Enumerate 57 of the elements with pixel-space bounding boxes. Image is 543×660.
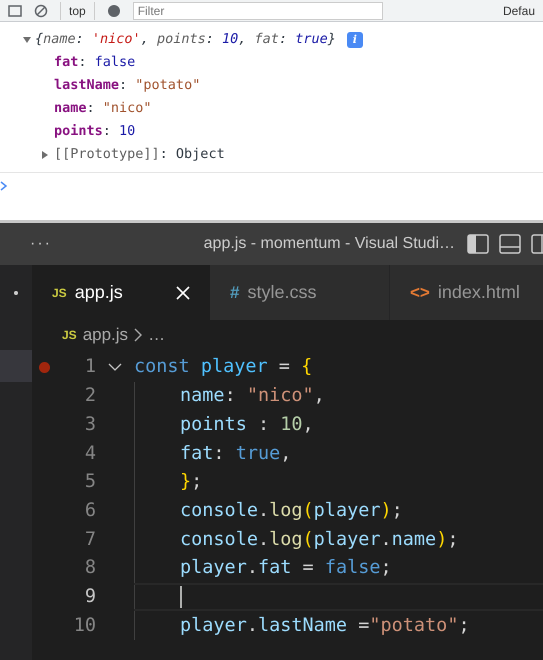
chevron-right-icon [134,328,142,342]
line-number: 8 [84,556,96,580]
tab-label: app.js [74,281,123,304]
line-number: 5 [84,470,96,494]
file-type-icon: # [230,280,240,306]
breadcrumb-file[interactable]: app.js [82,322,128,348]
file-type-icon: JS [52,284,67,302]
code-line: const player = { [134,355,312,380]
expand-arrow-icon[interactable] [40,150,50,160]
fold-chevron-icon[interactable] [108,363,122,372]
line-number: 2 [84,384,96,408]
code-line: player.lastName ="potato"; [180,614,470,638]
file-type-icon: JS [62,326,77,344]
eye-icon[interactable] [106,4,121,18]
code-line: console.log(player.name); [180,528,458,552]
object-summary[interactable]: {name: 'nico', points: 10, fat: true} [35,28,336,51]
collapse-arrow-icon[interactable] [22,34,32,44]
dot-icon [14,290,18,294]
text-cursor [180,586,182,608]
code-line: player.fat = false; [180,556,392,580]
file-type-icon: <> [410,280,430,306]
filter-field[interactable]: Filter [132,2,383,20]
code-line: points : 10, [180,412,314,437]
sidebar-selection [0,350,32,382]
panel-icon[interactable] [8,4,22,16]
line-number: 4 [84,442,96,466]
code-line: fat: true, [180,442,292,466]
object-prototype[interactable]: [[Prototype]]: Object [54,143,225,166]
code-line: }; [180,470,202,494]
line-number: 3 [84,412,96,437]
code-line: name: "nico", [180,384,325,408]
object-property: name: "nico" [53,99,153,118]
code-line: console.log(player); [180,498,403,523]
log-levels-dropdown[interactable]: Defau [502,2,535,20]
window-title: app.js - momentum - Visual Studi… [204,234,455,254]
context-selector[interactable]: top [60,2,95,20]
breadcrumb-symbol[interactable]: … [148,322,166,348]
menu-button[interactable]: ··· [30,232,52,256]
info-badge: i [346,32,363,48]
line-number: 10 [72,614,96,638]
sidebar-toggle-icon[interactable] [467,234,489,254]
close-icon[interactable] [176,286,190,300]
line-number: 1 [84,355,96,380]
editor-tab[interactable]: JS app.js [32,265,210,320]
tab-label: index.html [438,281,520,304]
line-number: 6 [84,498,96,523]
object-property: points: 10 [53,122,136,141]
line-number: 7 [84,528,96,552]
object-property: fat: false [53,53,136,72]
editor-tab[interactable]: # style.css [210,265,390,320]
object-property: lastName: "potato" [53,76,202,95]
line-number: 9 [84,584,96,609]
tab-label: style.css [247,281,316,304]
editor-tab[interactable]: <> index.html [390,265,543,320]
panel-toggle-icon[interactable] [499,234,521,254]
clear-icon[interactable] [34,4,48,18]
prompt-icon [0,180,8,190]
